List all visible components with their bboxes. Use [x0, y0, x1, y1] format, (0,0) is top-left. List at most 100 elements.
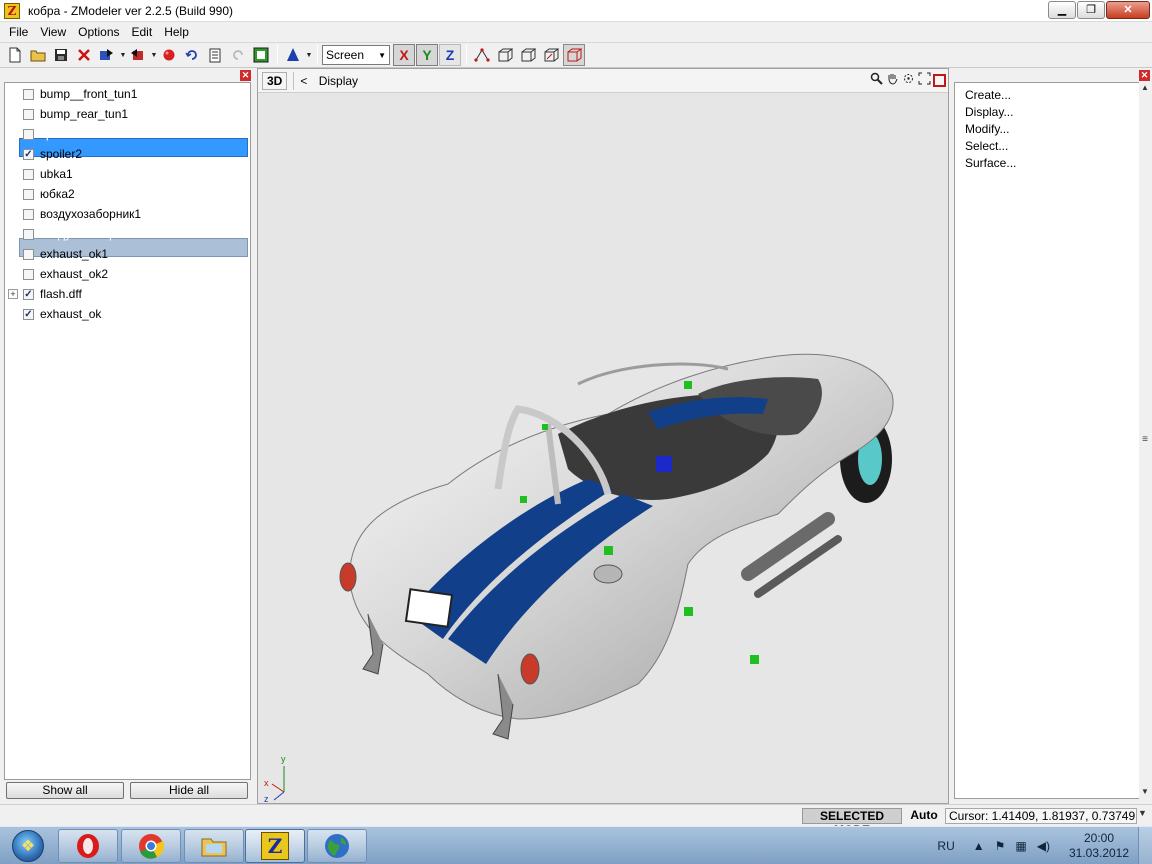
tree-item[interactable]: воздухозаборник1	[5, 205, 250, 223]
show-all-button[interactable]: Show all	[6, 782, 124, 799]
export-dropdown-icon[interactable]: ▼	[150, 52, 158, 59]
tree-item-hover[interactable]: воздухозаборник2	[5, 225, 250, 243]
scroll-up-icon[interactable]: ▲	[1140, 83, 1150, 92]
fit-view-icon[interactable]	[917, 72, 932, 88]
command-create[interactable]: Create...	[965, 88, 1011, 102]
viewport-breadcrumb[interactable]: < Display	[300, 74, 358, 88]
show-hidden-icons-icon[interactable]: ▲	[973, 839, 985, 853]
visibility-checkbox[interactable]	[23, 268, 34, 280]
menu-file[interactable]: File	[3, 25, 34, 39]
save-icon[interactable]	[50, 44, 72, 66]
command-display[interactable]: Display...	[965, 105, 1013, 119]
tree-item[interactable]: юбка2	[5, 185, 250, 203]
3d-viewport[interactable]: 3D < Display y x z	[257, 68, 949, 804]
visibility-checkbox[interactable]	[23, 208, 34, 220]
maximize-button[interactable]: ❐	[1077, 1, 1105, 19]
auto-mode-indicator[interactable]: Auto	[906, 808, 942, 824]
start-button[interactable]: ❖	[2, 828, 54, 864]
taskbar-explorer[interactable]	[184, 829, 244, 863]
tree-item[interactable]: bump_rear_tun1	[5, 105, 250, 123]
render-icon[interactable]	[250, 44, 272, 66]
tree-item[interactable]: ✓ spoiler2	[5, 145, 250, 163]
import-icon[interactable]	[96, 44, 118, 66]
helper-dummy	[542, 424, 548, 430]
expand-plus-icon[interactable]: +	[8, 289, 18, 299]
visibility-checkbox[interactable]	[23, 168, 34, 180]
import-dropdown-icon[interactable]: ▼	[119, 52, 127, 59]
pointer-icon[interactable]	[282, 44, 304, 66]
export-icon[interactable]	[127, 44, 149, 66]
tree-item[interactable]: exhaust_ok2	[5, 265, 250, 283]
pan-hand-icon[interactable]	[885, 72, 900, 88]
pointer-dropdown-icon[interactable]: ▼	[305, 52, 313, 59]
selection-mode-indicator[interactable]: SELECTED MODE	[802, 808, 902, 837]
volume-icon[interactable]: ◀)	[1037, 839, 1050, 853]
tree-item[interactable]: exhaust_ok1	[5, 245, 250, 263]
selection-mode-icon[interactable]	[563, 44, 585, 66]
menu-view[interactable]: View	[34, 25, 72, 39]
delete-icon[interactable]	[73, 44, 95, 66]
visibility-checkbox[interactable]	[23, 88, 34, 100]
scroll-down-icon[interactable]: ▼	[1138, 808, 1147, 818]
clock[interactable]: 20:00 31.03.2012	[1060, 831, 1138, 861]
maximize-viewport-icon[interactable]	[933, 74, 946, 87]
scene-canvas[interactable]: y x z	[258, 94, 948, 804]
scroll-grip-icon[interactable]: ≡	[1140, 434, 1150, 445]
open-folder-icon[interactable]	[27, 44, 49, 66]
taskbar-chrome[interactable]	[121, 829, 181, 863]
visibility-checkbox-checked[interactable]: ✓	[23, 308, 34, 320]
command-modify[interactable]: Modify...	[965, 122, 1009, 136]
notes-icon[interactable]	[204, 44, 226, 66]
close-icon[interactable]: ✕	[1139, 70, 1150, 81]
vertical-scrollbar[interactable]: ▲ ≡ ▼	[1139, 82, 1151, 799]
menu-help[interactable]: Help	[158, 25, 195, 39]
undo-icon[interactable]	[181, 44, 203, 66]
record-icon[interactable]	[158, 44, 180, 66]
face-mode-icon[interactable]	[494, 44, 516, 66]
tree-item-selected[interactable]: spoiler1	[5, 125, 250, 143]
view-mode-select[interactable]: Screen ▼	[322, 45, 390, 65]
visibility-checkbox[interactable]	[23, 228, 34, 240]
tree-item[interactable]: ubka1	[5, 165, 250, 183]
zmodeler-app-icon[interactable]: Z	[4, 2, 20, 19]
taskbar-zmodeler[interactable]: Z	[245, 829, 305, 863]
command-select[interactable]: Select...	[965, 139, 1008, 153]
axis-x-toggle[interactable]: X	[393, 44, 415, 66]
new-file-icon[interactable]	[4, 44, 26, 66]
close-icon[interactable]: ✕	[240, 70, 251, 81]
visibility-checkbox[interactable]	[23, 188, 34, 200]
axis-z-toggle[interactable]: Z	[439, 44, 461, 66]
keyboard-language[interactable]: RU	[937, 839, 954, 853]
visibility-checkbox[interactable]	[23, 108, 34, 120]
hide-all-button[interactable]: Hide all	[130, 782, 248, 799]
viewport-mode-button[interactable]: 3D	[262, 71, 288, 90]
rotate-icon[interactable]	[901, 72, 916, 88]
tree-item[interactable]: + ✓ flash.dff	[5, 285, 250, 303]
scroll-down-icon[interactable]: ▼	[1140, 787, 1150, 796]
network-icon[interactable]: ▦	[1015, 839, 1026, 853]
redo-icon[interactable]	[227, 44, 249, 66]
menu-edit[interactable]: Edit	[126, 25, 159, 39]
zoom-icon[interactable]	[869, 72, 884, 88]
visibility-checkbox[interactable]	[23, 248, 34, 260]
show-desktop-button[interactable]	[1138, 827, 1152, 864]
tree-item[interactable]: bump__front_tun1	[5, 85, 250, 103]
tree-item[interactable]: ✓ exhaust_ok	[5, 305, 250, 323]
action-center-flag-icon[interactable]: ⚑	[995, 839, 1006, 853]
taskbar-opera[interactable]	[58, 829, 118, 863]
object-mode-icon[interactable]	[517, 44, 539, 66]
visibility-checkbox-checked[interactable]: ✓	[23, 288, 34, 300]
header-separator	[293, 71, 295, 90]
taskbar-globe[interactable]	[307, 829, 367, 863]
visibility-checkbox-checked[interactable]: ✓	[23, 148, 34, 160]
menu-options[interactable]: Options	[72, 25, 125, 39]
vertex-mode-icon[interactable]	[471, 44, 493, 66]
back-arrow[interactable]: <	[300, 74, 307, 88]
visibility-checkbox[interactable]	[23, 128, 34, 140]
axis-y-toggle[interactable]: Y	[416, 44, 438, 66]
command-surface[interactable]: Surface...	[965, 156, 1016, 170]
tail-light-left	[339, 562, 357, 592]
minimize-button[interactable]: ▁	[1048, 1, 1076, 19]
close-button[interactable]: ✕	[1106, 1, 1150, 19]
hierarchy-mode-icon[interactable]	[540, 44, 562, 66]
